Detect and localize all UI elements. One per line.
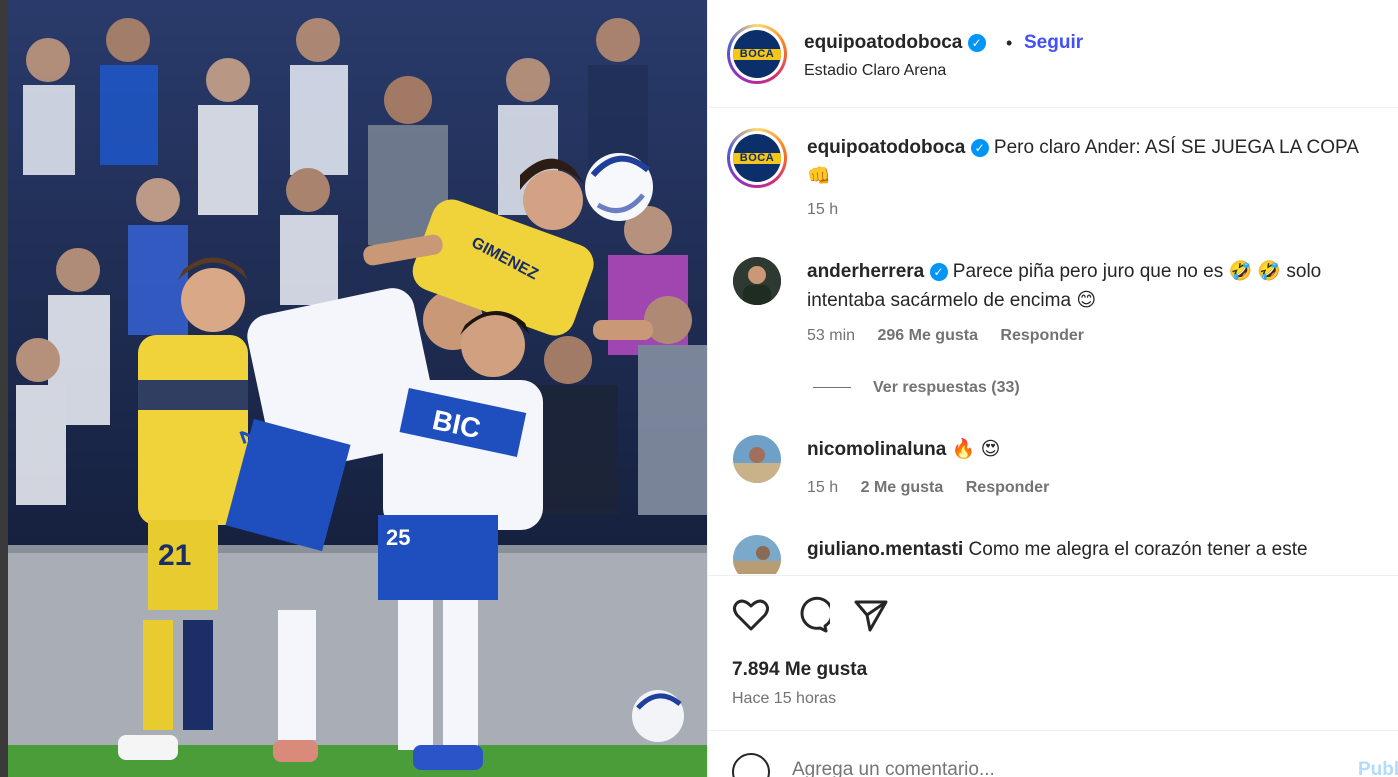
- verified-badge-icon: ✓: [970, 138, 989, 157]
- profile-avatar[interactable]: BOCA: [727, 24, 787, 84]
- comment-avatar-nicomolinaluna[interactable]: [733, 435, 781, 483]
- comment-time: 15 h: [807, 479, 839, 496]
- boca-logo-icon: BOCA: [733, 30, 781, 78]
- caption-username[interactable]: equipoatodoboca: [807, 137, 965, 158]
- laughing-emoji-icon: 🤣 🤣: [1228, 261, 1282, 282]
- comment-avatar-giuliano[interactable]: [733, 535, 781, 574]
- comments-list[interactable]: BOCA equipoatodoboca ✓ Pero claro Ander:…: [708, 109, 1398, 574]
- comment-username[interactable]: anderherrera: [807, 261, 924, 282]
- comment-bar: Publ: [708, 730, 1398, 777]
- comment-meta: 15 h 2 Me gusta Responder: [807, 479, 1049, 497]
- caption: equipoatodoboca ✓ Pero claro Ander: ASÍ …: [807, 133, 1387, 191]
- comment-username[interactable]: nicomolinaluna: [807, 439, 946, 460]
- post-time: Hace 15 horas: [732, 690, 837, 707]
- ball-ground: [632, 690, 684, 742]
- caption-time: 15 h: [807, 201, 839, 218]
- like-heart-icon[interactable]: [732, 596, 770, 634]
- window-edge: [0, 0, 8, 777]
- share-send-icon[interactable]: [852, 596, 890, 634]
- header-username[interactable]: equipoatodoboca ✓: [804, 32, 986, 54]
- comment-likes[interactable]: 296 Me gusta: [877, 327, 977, 344]
- fist-emoji-icon: 👊: [807, 166, 831, 187]
- post-image[interactable]: GIMENEZ BIC 25 26 21: [8, 0, 707, 777]
- likes-count[interactable]: 7.894 Me gusta: [732, 659, 867, 681]
- comment-likes[interactable]: 2 Me gusta: [861, 479, 944, 496]
- caption-avatar[interactable]: BOCA: [727, 128, 787, 188]
- comment-bubble-icon[interactable]: [792, 596, 830, 634]
- reply-button[interactable]: Responder: [1000, 327, 1084, 344]
- jersey-number-left: 21: [158, 539, 191, 572]
- verified-badge-icon: ✓: [929, 262, 948, 281]
- comment-avatar-anderherrera[interactable]: [733, 257, 781, 305]
- follow-button[interactable]: Seguir: [1024, 32, 1083, 54]
- ball-air: [585, 153, 653, 221]
- separator-dot: •: [1006, 33, 1013, 53]
- publish-button[interactable]: Publ: [1358, 759, 1398, 777]
- location-link[interactable]: Estadio Claro Arena: [804, 62, 946, 80]
- view-replies-button[interactable]: Ver respuestas (33): [813, 379, 1020, 397]
- comment-time: 53 min: [807, 327, 856, 344]
- post-header: BOCA equipoatodoboca ✓ • Seguir Estadio …: [708, 0, 1398, 108]
- comment-username[interactable]: giuliano.mentasti: [807, 539, 963, 560]
- emoji-picker-icon[interactable]: [732, 753, 770, 777]
- post-panel: BOCA equipoatodoboca ✓ • Seguir Estadio …: [707, 0, 1398, 777]
- divider-line: [813, 387, 851, 389]
- jersey-number-front: 25: [386, 525, 410, 550]
- smile-emoji-icon: 😊: [1076, 290, 1097, 311]
- comment-nicomolinaluna: nicomolinaluna 🔥 😍: [807, 435, 1000, 464]
- comment-anderherrera: anderherrera ✓ Parece piña pero juro que…: [807, 261, 1322, 311]
- post-actions: 7.894 Me gusta Hace 15 horas: [708, 575, 1398, 730]
- reply-button[interactable]: Responder: [966, 479, 1050, 496]
- comment-meta: 53 min 296 Me gusta Responder: [807, 327, 1084, 345]
- verified-badge-icon: ✓: [967, 33, 986, 52]
- boca-logo-icon: BOCA: [733, 134, 781, 182]
- comment-giuliano: giuliano.mentasti Como me alegra el cora…: [807, 539, 1308, 560]
- comment-input[interactable]: [792, 759, 1332, 777]
- fire-heart-eyes-emoji-icon: 🔥 😍: [951, 439, 1001, 460]
- caption-text: Pero claro Ander: ASÍ SE JUEGA LA COPA: [993, 137, 1359, 158]
